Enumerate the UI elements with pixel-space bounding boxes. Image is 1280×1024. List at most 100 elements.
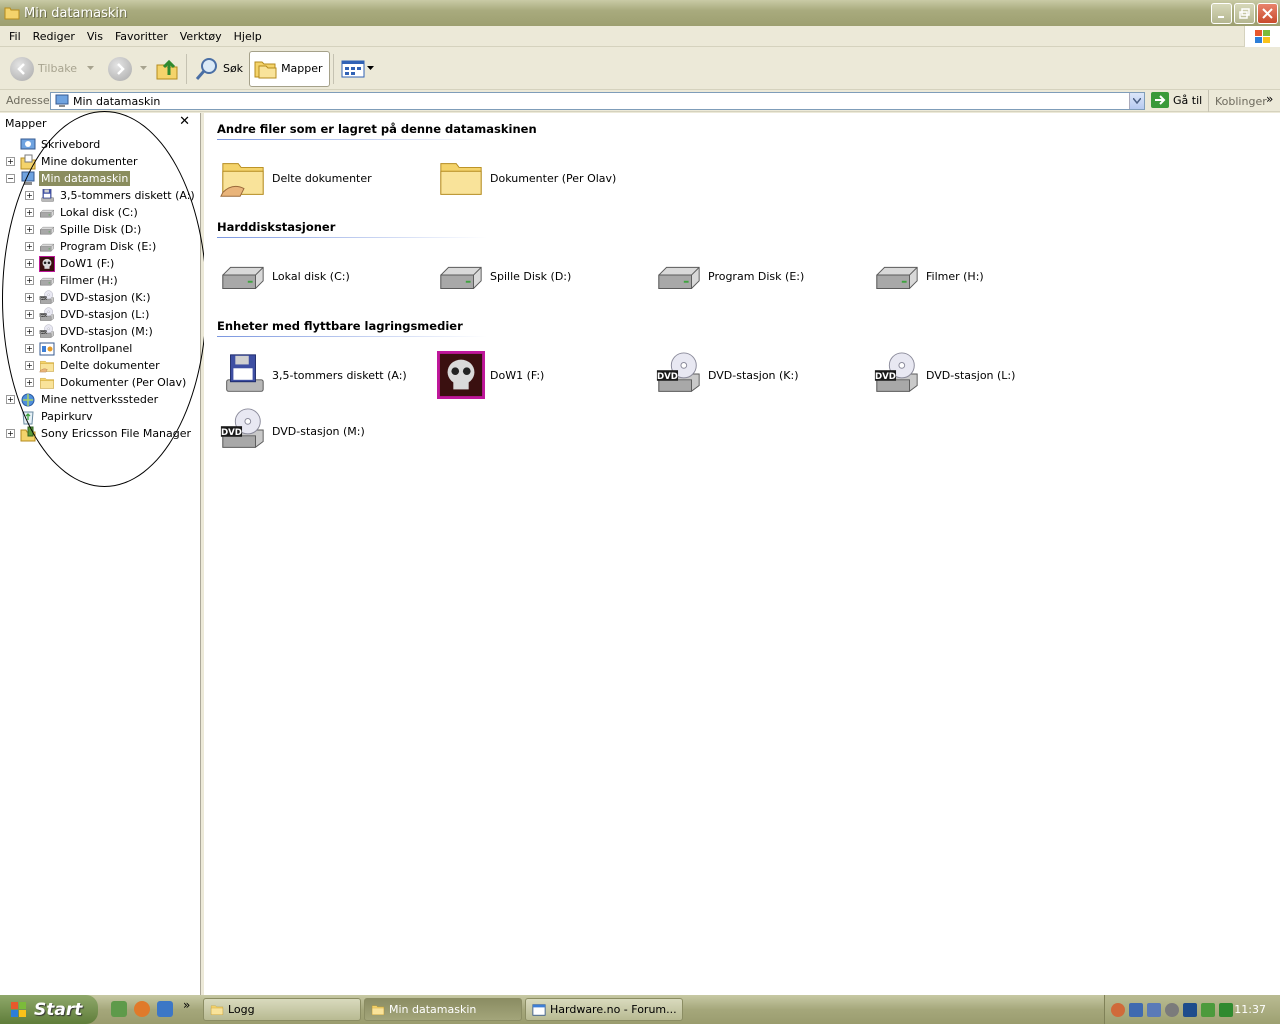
links-label: Koblinger <box>1215 94 1267 108</box>
expand-icon[interactable]: + <box>25 293 34 302</box>
expand-icon[interactable]: + <box>25 225 34 234</box>
menu-edit[interactable]: Rediger <box>27 30 81 43</box>
expand-icon[interactable]: + <box>25 191 34 200</box>
phone-manager-icon <box>20 426 36 442</box>
quicklaunch-firefox-icon[interactable] <box>134 1001 150 1017</box>
tree-item[interactable]: + Delte dokumenter <box>25 357 162 374</box>
content-item[interactable]: DVD DVD-stasjon (L:) <box>872 350 1015 400</box>
chevron-down-icon <box>139 66 147 70</box>
tree-item[interactable]: + Program Disk (E:) <box>25 238 158 255</box>
content-item[interactable]: Program Disk (E:) <box>654 251 804 301</box>
content-item[interactable]: DoW1 (F:) <box>436 350 544 400</box>
tree-item[interactable]: + Filmer (H:) <box>25 272 120 289</box>
content-item[interactable]: Delte dokumenter <box>218 153 372 203</box>
go-arrow-icon <box>1151 92 1169 108</box>
folder-pane-close-icon[interactable]: ✕ <box>179 114 190 129</box>
computer-icon <box>20 171 36 187</box>
restore-button[interactable] <box>1234 3 1255 24</box>
tray-users-icon[interactable] <box>1147 1002 1161 1017</box>
expand-icon[interactable]: + <box>6 157 15 166</box>
address-dropdown-button[interactable] <box>1129 93 1144 109</box>
group-divider <box>217 237 487 238</box>
content-item[interactable]: Filmer (H:) <box>872 251 984 301</box>
tree-item-label: Papirkurv <box>41 410 93 423</box>
chevron-down-icon <box>1133 98 1141 104</box>
menu-view[interactable]: Vis <box>81 30 109 43</box>
tree-item[interactable]: + DVD DVD-stasjon (K:) <box>25 289 153 306</box>
up-folder-button[interactable] <box>151 51 183 87</box>
menu-tools[interactable]: Verktøy <box>174 30 228 43</box>
menu-favorites[interactable]: Favoritter <box>109 30 174 43</box>
taskbar-button[interactable]: Logg <box>203 998 361 1021</box>
minimize-button[interactable] <box>1211 3 1232 24</box>
group-divider <box>217 139 487 140</box>
content-item[interactable]: DVD DVD-stasjon (M:) <box>218 406 365 456</box>
expand-icon[interactable]: + <box>6 395 15 404</box>
tree-item[interactable]: +3,5-tommers diskett (A:) <box>25 187 197 204</box>
content-item-label: Filmer (H:) <box>926 269 984 283</box>
back-label: Tilbake <box>38 62 77 75</box>
tree-item[interactable]: + DVD DVD-stasjon (M:) <box>25 323 155 340</box>
computer-icon <box>55 94 69 107</box>
expand-icon[interactable]: + <box>25 259 34 268</box>
tree-item[interactable]: + Sony Ericsson File Manager <box>6 425 193 442</box>
tree-item[interactable]: Skrivebord <box>6 136 102 153</box>
tree-item[interactable]: + Mine nettverkssteder <box>6 391 160 408</box>
close-icon <box>1262 8 1273 19</box>
address-input[interactable]: Min datamaskin <box>50 92 1145 110</box>
content-item[interactable]: Spille Disk (D:) <box>436 251 571 301</box>
content-item[interactable]: Dokumenter (Per Olav) <box>436 153 616 203</box>
tray-monitor-icon[interactable] <box>1201 1002 1215 1017</box>
content-item[interactable]: DVD DVD-stasjon (K:) <box>654 350 799 400</box>
close-button[interactable] <box>1257 3 1278 24</box>
search-button[interactable]: Søk <box>190 51 247 87</box>
content-item-label: 3,5-tommers diskett (A:) <box>272 368 407 382</box>
folders-button[interactable]: Mapper <box>249 50 330 87</box>
hard-disk-icon <box>654 251 704 301</box>
links-toolbar[interactable]: Koblinger <box>1208 90 1267 112</box>
tree-item[interactable]: + DVD DVD-stasjon (L:) <box>25 306 151 323</box>
tree-item[interactable]: + Lokal disk (C:) <box>25 204 140 221</box>
tree-item-label: Mine dokumenter <box>41 155 138 168</box>
back-button[interactable]: Tilbake <box>6 51 98 87</box>
views-button[interactable] <box>337 51 378 87</box>
content-item[interactable]: 3,5-tommers diskett (A:) <box>218 350 407 400</box>
content-item[interactable]: Lokal disk (C:) <box>218 251 350 301</box>
go-button[interactable]: Gå til <box>1151 92 1202 108</box>
expand-icon[interactable]: + <box>25 361 34 370</box>
windows-logo-icon <box>1244 26 1280 47</box>
tree-item[interactable]: + Spille Disk (D:) <box>25 221 143 238</box>
taskbar-button[interactable]: Min datamaskin <box>364 998 522 1021</box>
browser-icon <box>532 1003 546 1017</box>
expand-icon[interactable]: + <box>25 310 34 319</box>
tree-item[interactable]: + Dokumenter (Per Olav) <box>25 374 188 391</box>
tray-network-icon[interactable] <box>1129 1002 1143 1017</box>
expand-icon[interactable]: + <box>25 242 34 251</box>
tree-item[interactable]: + DoW1 (F:) <box>25 255 116 272</box>
tray-volume-icon[interactable] <box>1165 1002 1179 1017</box>
tree-item[interactable]: + Kontrollpanel <box>25 340 134 357</box>
tree-item[interactable]: − Min datamaskin <box>6 170 131 187</box>
expand-icon[interactable]: + <box>25 344 34 353</box>
menu-help[interactable]: Hjelp <box>228 30 268 43</box>
tray-shield-icon[interactable] <box>1219 1002 1233 1017</box>
collapse-icon[interactable]: − <box>6 174 15 183</box>
expand-icon[interactable]: + <box>25 208 34 217</box>
taskbar-button[interactable]: Hardware.no - Forum... <box>525 998 683 1021</box>
expand-icon[interactable]: + <box>25 327 34 336</box>
tree-item-label: Lokal disk (C:) <box>60 206 138 219</box>
tree-item[interactable]: Papirkurv <box>6 408 94 425</box>
chevron-right-icon[interactable]: » <box>1266 92 1273 106</box>
menu-file[interactable]: Fil <box>0 30 27 43</box>
quicklaunch-messenger-icon[interactable] <box>157 1001 173 1017</box>
forward-button[interactable] <box>104 51 151 87</box>
tree-item[interactable]: + Mine dokumenter <box>6 153 140 170</box>
chevron-right-icon[interactable]: » <box>183 998 190 1012</box>
expand-icon[interactable]: + <box>25 378 34 387</box>
quicklaunch-media-icon[interactable] <box>111 1001 127 1017</box>
tray-expand-icon[interactable] <box>1111 1002 1125 1017</box>
expand-icon[interactable]: + <box>25 276 34 285</box>
title-bar[interactable]: Min datamaskin <box>0 0 1280 26</box>
tray-n-icon[interactable] <box>1183 1002 1197 1017</box>
expand-icon[interactable]: + <box>6 429 15 438</box>
